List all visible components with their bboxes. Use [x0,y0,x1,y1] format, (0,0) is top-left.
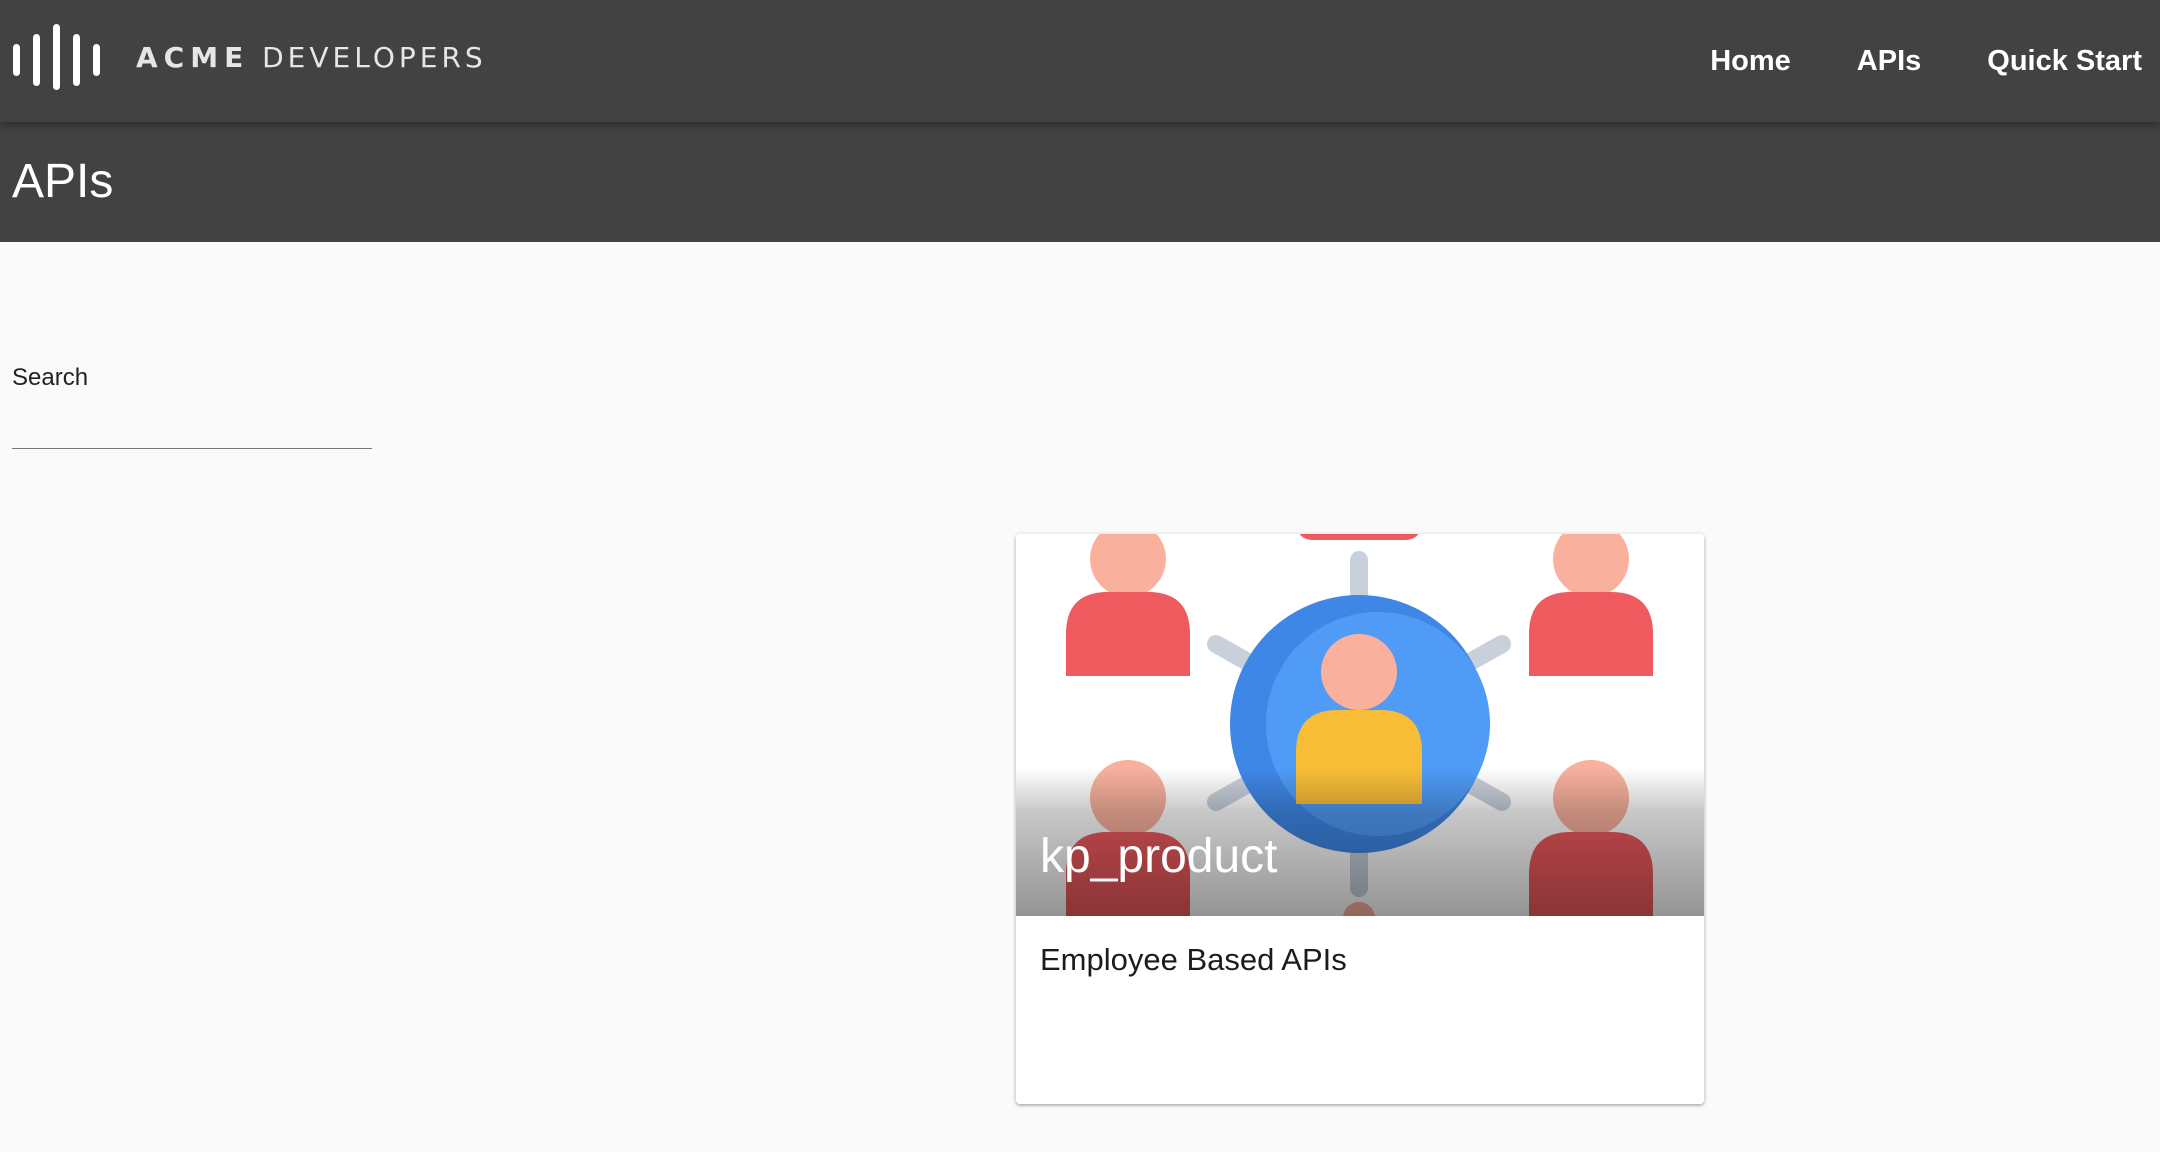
brand-name: ACME DEVELOPERS [136,41,487,74]
page-header: APIs [0,122,2160,242]
audio-bars-logo-icon [13,24,100,90]
nav-apis-link[interactable]: APIs [1857,45,1921,78]
brand-name-bold: ACME [136,40,250,74]
card-title: kp_product [1040,830,1278,883]
card-media: kp_product [1016,534,1704,916]
brand-name-rest: DEVELOPERS [262,40,487,74]
nav-quick-start-link[interactable]: Quick Start [1987,45,2142,78]
card-description: Employee Based APIs [1040,942,1347,977]
page-title: APIs [12,155,114,208]
main-nav: Home APIs Quick Start [1644,0,2142,122]
search-input[interactable] [12,408,372,449]
top-app-bar: ACME DEVELOPERS Home APIs Quick Start [0,0,2160,122]
api-product-card[interactable]: kp_product Employee Based APIs [1016,534,1704,1104]
nav-home-link[interactable]: Home [1710,45,1791,78]
search-label: Search [12,364,89,391]
brand-logo[interactable]: ACME DEVELOPERS [12,24,487,90]
